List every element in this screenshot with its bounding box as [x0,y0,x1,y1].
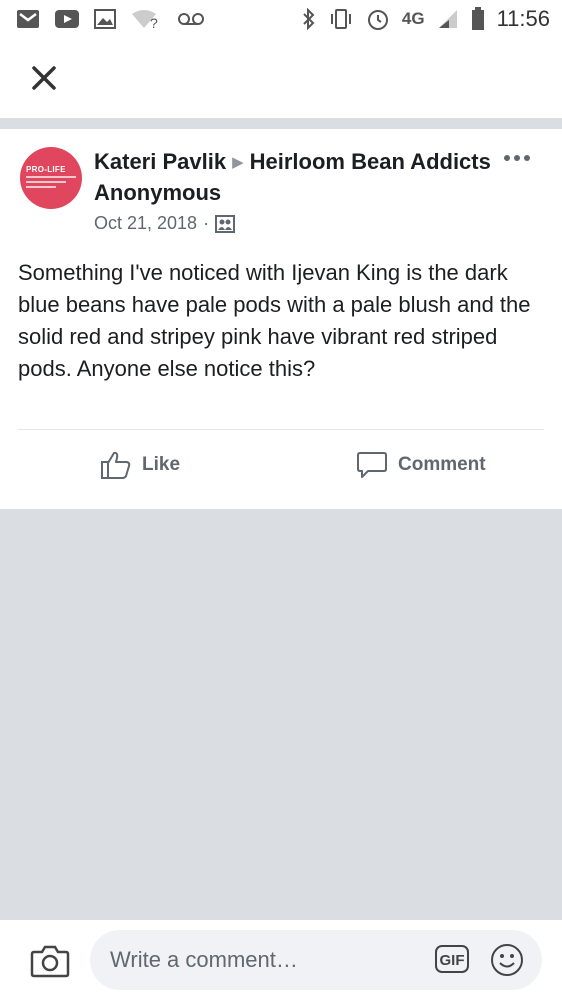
post-meta: Oct 21, 2018 · [94,213,236,234]
meta-separator: · [203,213,210,233]
post-body: Something I've noticed with Ijevan King … [18,260,531,381]
thumbs-up-icon [101,451,131,479]
network-type: 4G [401,9,425,28]
comment-button[interactable]: Comment [356,445,486,485]
comment-placeholder: Write a comment… [110,947,298,972]
alarm-icon [367,10,388,30]
like-label: Like [142,454,181,475]
comments-area [0,509,562,920]
vibrate-icon [330,9,351,29]
author-name[interactable]: Kateri Pavlik [94,149,226,174]
signal-icon [438,10,457,28]
triangle-right-icon: ▶ [232,154,244,171]
camera-icon[interactable] [30,942,70,978]
wifi-question-icon: ? [132,10,158,30]
comment-input[interactable]: Write a comment… GIF [90,930,542,990]
bluetooth-icon [303,8,315,30]
svg-text:?: ? [150,15,158,30]
top-nav [0,40,562,118]
photos-icon [94,9,116,29]
avatar-text: PRO-LIFE [26,165,66,174]
gif-icon[interactable]: GIF [434,944,470,974]
more-options-icon[interactable] [504,151,534,165]
close-icon[interactable] [28,62,60,94]
post-date[interactable]: Oct 21, 2018 [94,213,197,234]
like-button[interactable]: Like [100,445,180,485]
group-icon [215,214,236,233]
youtube-icon [55,10,79,28]
clock: 11:56 [496,6,550,31]
notification-icons: ? [16,8,204,30]
post-header: Kateri Pavlik ▶ Heirloom Bean Addicts Anon… [94,147,494,208]
gmail-icon [17,10,39,28]
speech-bubble-icon [357,452,387,478]
emoji-icon[interactable] [490,943,524,977]
battery-icon [471,7,484,30]
system-icons: 4G 11:56 [302,6,550,32]
voicemail-icon [178,13,204,25]
comment-label: Comment [398,454,486,475]
post-card: PRO-LIFE Kateri Pavlik ▶ Heirloom Bean Add… [0,129,562,499]
gif-label: GIF [440,952,465,969]
status-bar: ? 4G 11:56 [0,0,562,40]
action-divider [18,429,544,430]
comment-composer: Write a comment… GIF [0,920,562,1000]
top-divider [0,118,562,129]
avatar[interactable]: PRO-LIFE [20,147,82,209]
